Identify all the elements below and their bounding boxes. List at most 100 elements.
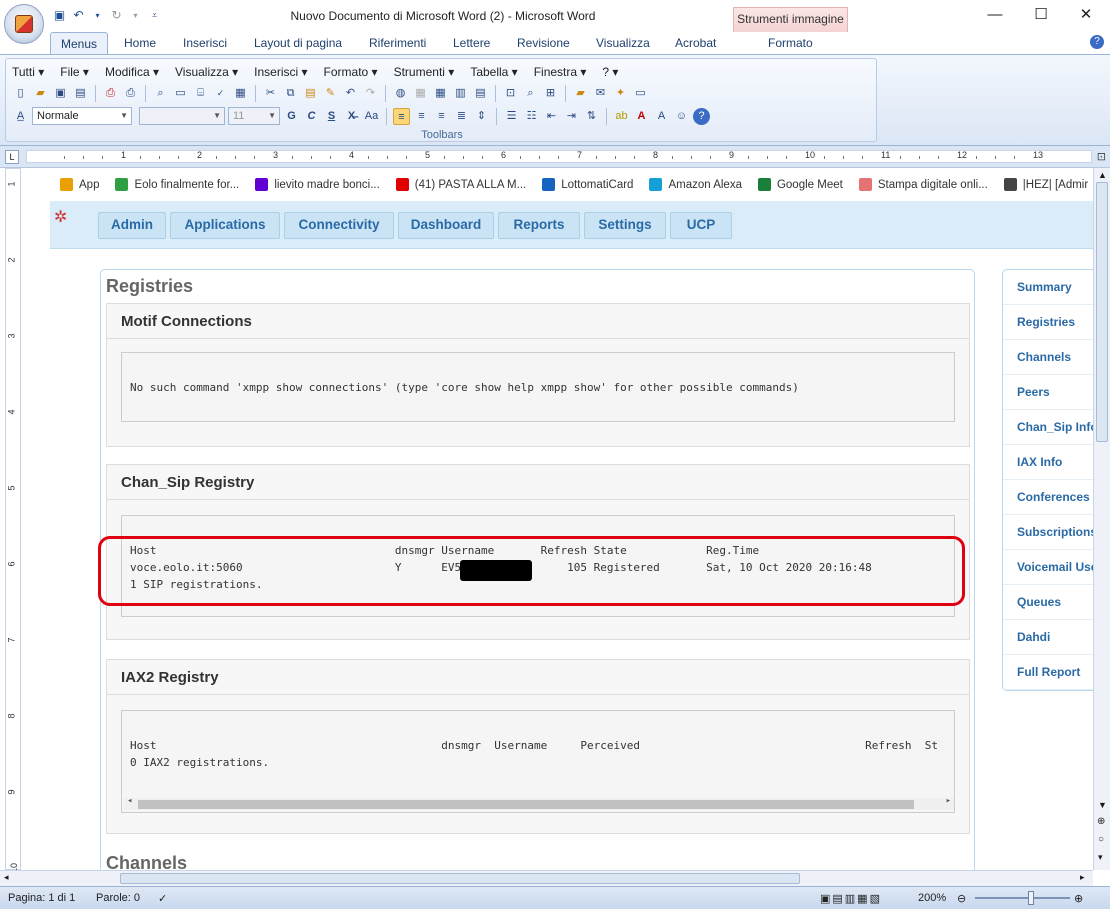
- print-icon[interactable]: ⎙: [122, 85, 139, 102]
- nav-reports[interactable]: Reports: [498, 212, 580, 239]
- sidebar-item-full-report[interactable]: Full Report: [1003, 655, 1093, 690]
- columns-icon[interactable]: ▤: [472, 85, 489, 102]
- drawing-icon[interactable]: ⊡: [502, 85, 519, 102]
- permission-icon[interactable]: ▤: [72, 85, 89, 102]
- zoom-slider[interactable]: [975, 897, 1070, 899]
- menu-formato[interactable]: Formato ▾: [324, 65, 378, 79]
- sidebar-item-dahdi[interactable]: Dahdi: [1003, 620, 1093, 655]
- sidebar-item-summary[interactable]: Summary: [1003, 270, 1093, 305]
- menu-tutti[interactable]: Tutti ▾: [12, 65, 44, 79]
- toolbar-options-icon[interactable]: ▭: [632, 85, 649, 102]
- italic-icon[interactable]: C: [303, 108, 320, 125]
- excel-table-icon[interactable]: ▥: [452, 85, 469, 102]
- underline-icon[interactable]: S: [323, 108, 340, 125]
- styles-icon[interactable]: A̲: [12, 108, 29, 125]
- menu-finestra[interactable]: Finestra ▾: [534, 65, 587, 79]
- thesaurus-icon[interactable]: ▦: [232, 85, 249, 102]
- maximize-button[interactable]: ☐: [1018, 4, 1064, 28]
- hyperlink-icon[interactable]: ◍: [392, 85, 409, 102]
- open-icon[interactable]: ▰: [32, 85, 49, 102]
- sidebar-item-subscriptions[interactable]: Subscriptions: [1003, 515, 1093, 550]
- quick-print-icon[interactable]: ▭: [172, 85, 189, 102]
- cut-icon[interactable]: ✂: [262, 85, 279, 102]
- nav-admin[interactable]: Admin: [98, 212, 166, 239]
- scrollbar-thumb[interactable]: [1096, 182, 1108, 442]
- sidebar-item-chan-sip-info[interactable]: Chan_Sip Info: [1003, 410, 1093, 445]
- macro-icon[interactable]: ✦: [612, 85, 629, 102]
- vertical-scrollbar[interactable]: ▲ ▼ ⊕ ○ ▾: [1093, 168, 1110, 870]
- highlight-icon[interactable]: ab: [613, 108, 630, 125]
- zoom-in-icon[interactable]: ⊕: [1074, 892, 1083, 905]
- word-count[interactable]: Parole: 0: [96, 892, 140, 904]
- nav-dashboard[interactable]: Dashboard: [398, 212, 494, 239]
- zoom-slider-thumb[interactable]: [1028, 891, 1034, 905]
- bookmark-item[interactable]: Stampa digitale onli...: [858, 178, 988, 191]
- next-page-icon[interactable]: ▾: [1098, 852, 1103, 863]
- minimize-button[interactable]: —: [972, 4, 1018, 28]
- sidebar-item-iax-info[interactable]: IAX Info: [1003, 445, 1093, 480]
- horizontal-ruler[interactable]: 1 2 3 4 5 6 7 8 9 10 11 12 13: [26, 150, 1092, 163]
- copy-icon[interactable]: ⧉: [282, 85, 299, 102]
- strikethrough-icon[interactable]: X̶: [343, 108, 360, 125]
- align-left-icon[interactable]: ≡: [393, 107, 410, 125]
- line-spacing-icon[interactable]: ⇕: [473, 108, 490, 125]
- browse-object-icon[interactable]: ○: [1098, 834, 1104, 845]
- tab-home[interactable]: Home: [124, 36, 156, 50]
- close-button[interactable]: ✕: [1063, 4, 1109, 28]
- bookmark-item[interactable]: (41) PASTA ALLA M...: [395, 178, 526, 191]
- sidebar-item-conferences[interactable]: Conferences: [1003, 480, 1093, 515]
- nav-connectivity[interactable]: Connectivity: [284, 212, 394, 239]
- style-combo[interactable]: Normale ▼: [32, 107, 132, 125]
- sidebar-item-queues[interactable]: Queues: [1003, 585, 1093, 620]
- justify-icon[interactable]: ≣: [453, 108, 470, 125]
- envelope-icon[interactable]: ✉: [592, 85, 609, 102]
- horizontal-scrollbar[interactable]: ◂ ▸: [0, 870, 1093, 886]
- tab-visualizza[interactable]: Visualizza: [596, 36, 650, 50]
- font-size-combo[interactable]: 11 ▼: [228, 107, 280, 125]
- vertical-ruler[interactable]: 1 2 3 4 5 6 7 8 9 10: [5, 168, 21, 873]
- nav-applications[interactable]: Applications: [170, 212, 280, 239]
- scroll-left-icon[interactable]: ◂: [4, 872, 9, 883]
- output-horizontal-scrollbar[interactable]: ◂ ▸: [124, 796, 954, 810]
- align-right-icon[interactable]: ≡: [433, 108, 450, 125]
- scrollbar-thumb[interactable]: [120, 873, 800, 884]
- tab-selector[interactable]: L: [5, 150, 19, 164]
- redo-icon[interactable]: ↷: [362, 85, 379, 102]
- proofing-icon[interactable]: ✓: [158, 892, 167, 905]
- menu-strumenti[interactable]: Strumenti ▾: [394, 65, 455, 79]
- increase-indent-icon[interactable]: ⇥: [563, 108, 580, 125]
- tab-layout[interactable]: Layout di pagina: [254, 36, 342, 50]
- bullets-icon[interactable]: ☷: [523, 108, 540, 125]
- help-icon[interactable]: ?: [1090, 35, 1104, 49]
- save-icon[interactable]: ▣: [52, 85, 69, 102]
- tab-acrobat[interactable]: Acrobat: [675, 36, 716, 50]
- research-icon[interactable]: ⌸: [192, 85, 209, 102]
- previous-page-icon[interactable]: ⊕: [1097, 816, 1105, 827]
- nav-ucp[interactable]: UCP: [670, 212, 732, 239]
- bookmark-item[interactable]: Eolo finalmente for...: [115, 178, 239, 191]
- undo-icon[interactable]: ↶: [342, 85, 359, 102]
- text-effects-icon[interactable]: A: [653, 108, 670, 125]
- scroll-down-icon[interactable]: ▼: [1098, 800, 1107, 810]
- zoom-level[interactable]: 200%: [918, 892, 946, 904]
- office-button[interactable]: [4, 4, 44, 44]
- decrease-indent-icon[interactable]: ⇤: [543, 108, 560, 125]
- sidebar-item-voicemail-users[interactable]: Voicemail Users: [1003, 550, 1093, 585]
- font-color-icon[interactable]: A: [633, 108, 650, 125]
- bookmark-item[interactable]: |HEZ| [Admir: [1003, 178, 1088, 191]
- scroll-right-icon[interactable]: ▸: [1080, 872, 1085, 883]
- tab-lettere[interactable]: Lettere: [453, 36, 490, 50]
- scroll-left-icon[interactable]: ◂: [127, 796, 132, 806]
- page-count[interactable]: Pagina: 1 di 1: [8, 892, 75, 904]
- change-case-icon[interactable]: Aa: [363, 108, 380, 125]
- paste-icon[interactable]: ▤: [302, 85, 319, 102]
- full-screen-icon[interactable]: ⊞: [542, 85, 559, 102]
- borders-icon[interactable]: ▦: [412, 85, 429, 102]
- tab-menus[interactable]: Menus: [50, 32, 109, 55]
- menu-visualizza[interactable]: Visualizza ▾: [175, 65, 238, 79]
- sidebar-item-registries[interactable]: Registries: [1003, 305, 1093, 340]
- tab-inserisci[interactable]: Inserisci: [183, 36, 227, 50]
- new-document-icon[interactable]: ▯: [12, 85, 29, 102]
- sidebar-item-channels[interactable]: Channels: [1003, 340, 1093, 375]
- align-center-icon[interactable]: ≡: [413, 108, 430, 125]
